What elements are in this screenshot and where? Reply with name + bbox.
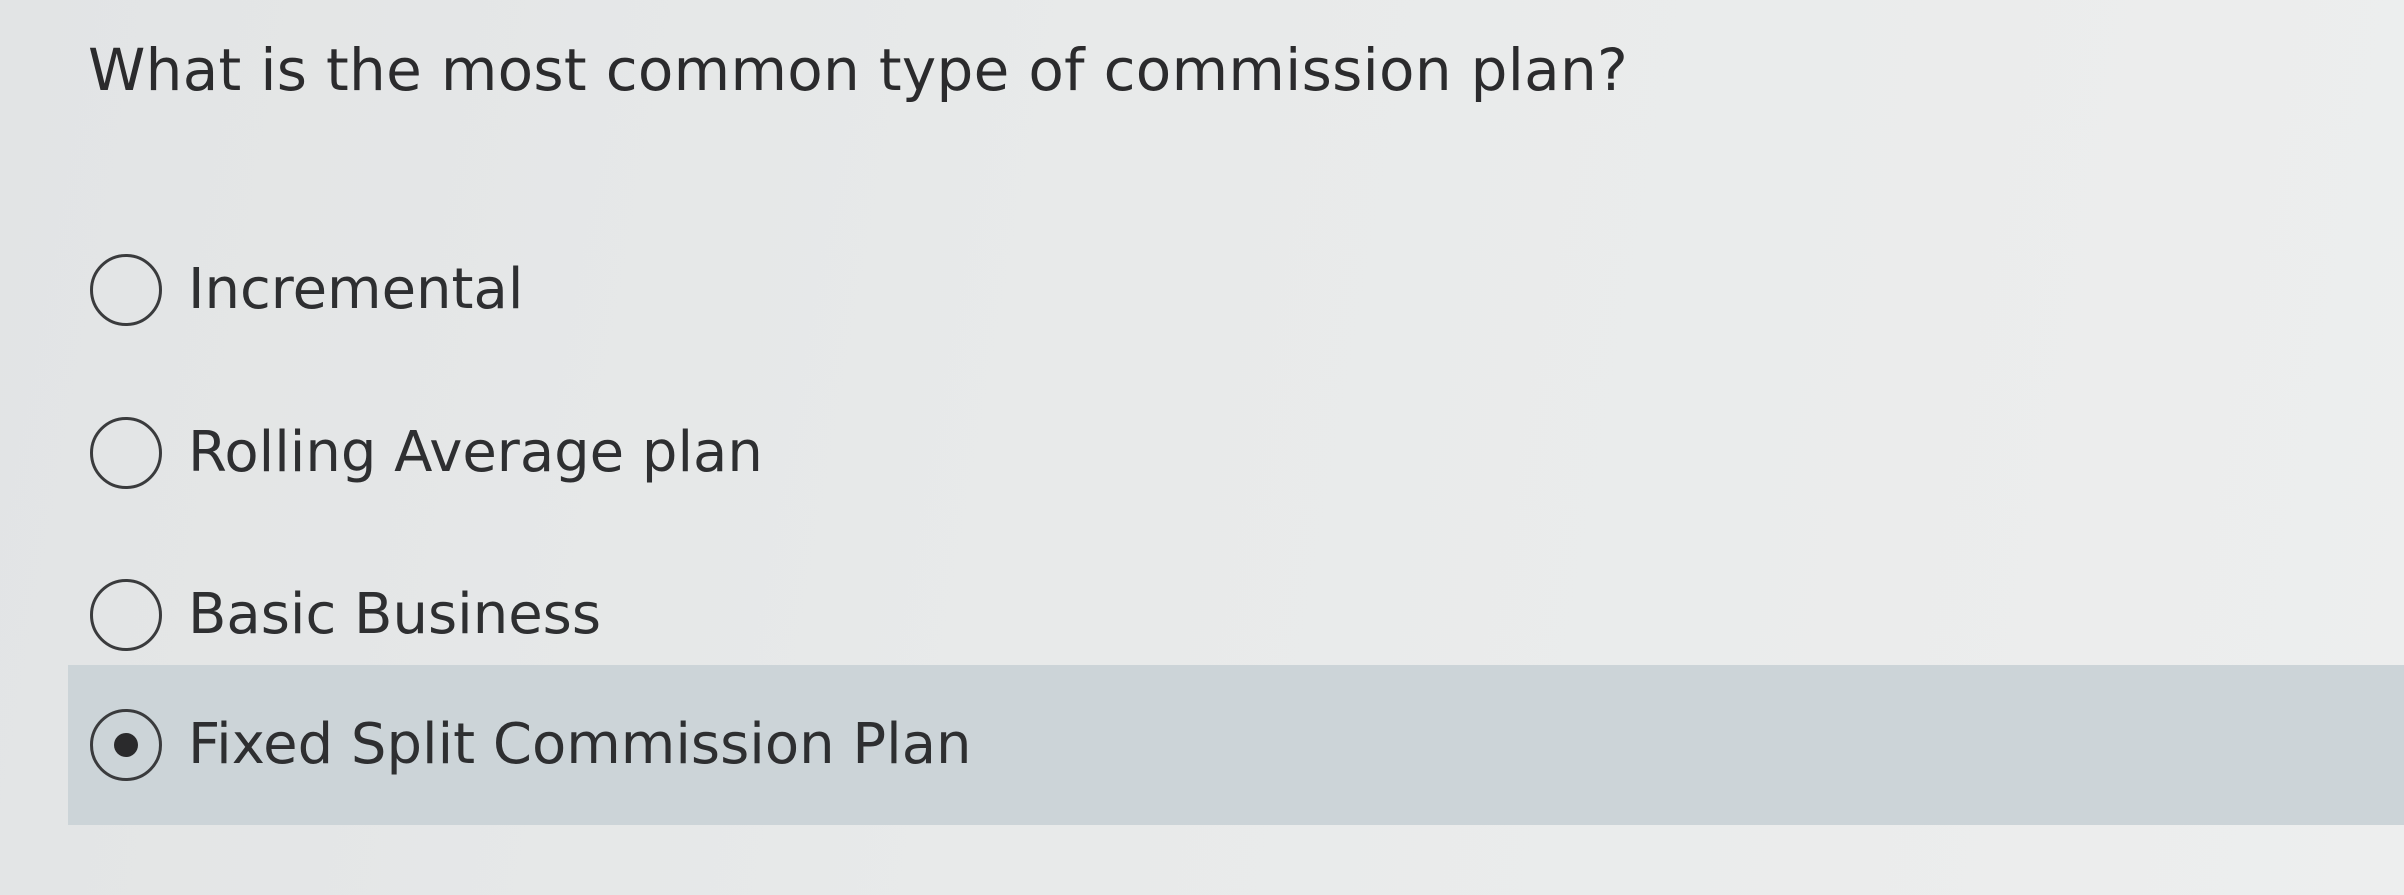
radio-button[interactable] [90,417,162,489]
option-label: Incremental [188,257,524,322]
option-label: Fixed Split Commission Plan [188,712,972,777]
option-label: Basic Business [188,582,601,647]
option-label: Rolling Average plan [188,420,763,485]
option-rolling-average-plan[interactable]: Rolling Average plan [68,373,2404,533]
answer-options: Incremental Rolling Average plan Basic B… [0,0,2404,895]
option-incremental[interactable]: Incremental [68,210,2404,370]
option-fixed-split-commission-plan[interactable]: Fixed Split Commission Plan [68,665,2404,825]
radio-button[interactable] [90,254,162,326]
radio-dot-icon [114,733,138,757]
radio-button[interactable] [90,579,162,651]
radio-button-selected[interactable] [90,709,162,781]
